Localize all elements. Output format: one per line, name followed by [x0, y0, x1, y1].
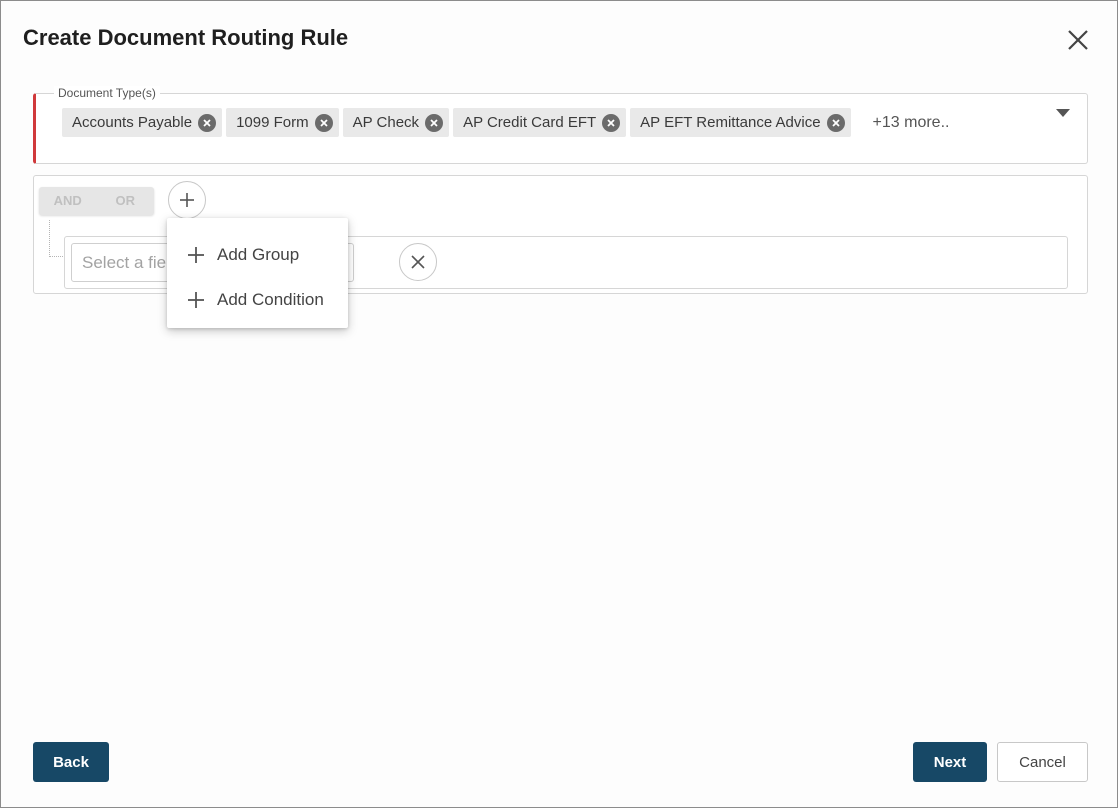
- chip-remove-icon[interactable]: [314, 113, 333, 132]
- chip-label: AP Credit Card EFT: [463, 114, 597, 131]
- or-toggle[interactable]: OR: [97, 187, 155, 215]
- chip-remove-icon[interactable]: [198, 113, 217, 132]
- chip-remove-icon[interactable]: [826, 113, 845, 132]
- cancel-button[interactable]: Cancel: [997, 742, 1088, 782]
- and-toggle[interactable]: AND: [39, 187, 97, 215]
- document-type-select[interactable]: Document Type(s) Accounts Payable 1099 F…: [33, 86, 1088, 164]
- document-type-chip: AP EFT Remittance Advice: [630, 108, 851, 137]
- more-types-link[interactable]: +13 more..: [873, 114, 950, 132]
- chip-label: 1099 Form: [236, 114, 309, 131]
- and-or-toggle[interactable]: AND OR: [39, 187, 154, 215]
- back-button[interactable]: Back: [33, 742, 109, 782]
- document-type-chips: Accounts Payable 1099 Form AP Check AP C…: [62, 108, 949, 137]
- document-type-chip: AP Check: [342, 108, 450, 137]
- create-rule-dialog: Create Document Routing Rule Document Ty…: [0, 0, 1118, 808]
- chip-remove-icon[interactable]: [425, 113, 444, 132]
- close-icon: [411, 255, 425, 269]
- plus-icon: [188, 246, 204, 263]
- next-button[interactable]: Next: [913, 742, 987, 782]
- dialog-title: Create Document Routing Rule: [23, 25, 349, 50]
- menu-item-label: Add Group: [217, 244, 300, 264]
- add-condition-menu-item[interactable]: Add Condition: [167, 277, 348, 322]
- add-group-menu-item[interactable]: Add Group: [167, 232, 348, 277]
- document-type-chip: 1099 Form: [226, 108, 339, 137]
- chip-label: AP Check: [352, 114, 420, 131]
- document-type-chip: Accounts Payable: [62, 108, 223, 137]
- document-type-label: Document Type(s): [54, 86, 160, 100]
- plus-icon: [180, 193, 194, 207]
- remove-condition-button[interactable]: [399, 243, 437, 281]
- add-menu: Add Group Add Condition: [167, 218, 348, 328]
- menu-item-label: Add Condition: [217, 289, 324, 309]
- add-rule-button[interactable]: [168, 181, 206, 219]
- chip-label: Accounts Payable: [72, 114, 193, 131]
- caret-down-icon[interactable]: [1056, 109, 1070, 117]
- plus-icon: [188, 291, 204, 308]
- tree-connector: [49, 220, 63, 257]
- document-type-chip: AP Credit Card EFT: [453, 108, 627, 137]
- chip-label: AP EFT Remittance Advice: [640, 114, 821, 131]
- chip-remove-icon[interactable]: [602, 113, 621, 132]
- close-icon[interactable]: [1063, 25, 1093, 55]
